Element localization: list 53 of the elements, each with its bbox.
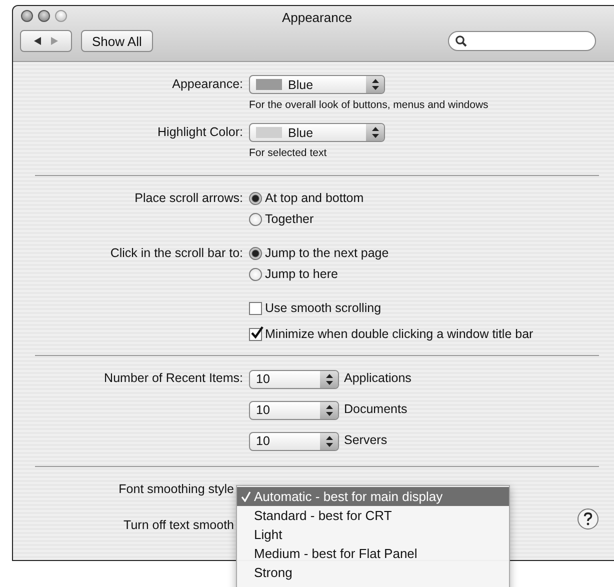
item-type-label: Applications — [344, 370, 412, 387]
checkbox[interactable] — [249, 302, 262, 315]
window-title: Appearance — [282, 10, 352, 24]
option-label[interactable]: At top and bottom — [265, 188, 364, 209]
checkmark-icon — [241, 491, 251, 502]
menu-item[interactable]: Strong — [237, 563, 509, 582]
option-label[interactable]: Together — [265, 209, 314, 230]
search-icon — [455, 35, 467, 47]
forward-icon[interactable] — [49, 36, 59, 46]
menu-item[interactable]: Standard - best for CRT — [237, 506, 509, 525]
back-forward-control[interactable] — [20, 30, 72, 52]
close-button[interactable] — [21, 10, 33, 22]
field-label: Appearance: — [171, 76, 243, 93]
zoom-button[interactable] — [55, 10, 67, 22]
item-type-label: Servers — [344, 432, 388, 449]
option-label[interactable]: Jump to here — [265, 264, 338, 285]
search-field[interactable] — [448, 31, 596, 51]
color-popup[interactable]: Blue — [249, 123, 385, 142]
count-popup[interactable]: 10 — [249, 400, 339, 420]
stepper-arrows-icon — [320, 370, 338, 388]
menu-item[interactable]: Medium - best for Flat Panel — [237, 544, 509, 563]
stepper-arrows-icon — [366, 76, 384, 93]
field-label: Turn off text smooth — [124, 518, 234, 532]
help-caption: For selected text — [249, 147, 328, 159]
color-swatch-icon — [256, 127, 282, 138]
menu-item[interactable]: Automatic - best for main display — [237, 487, 509, 506]
back-icon[interactable] — [33, 36, 43, 46]
field-label: Place scroll arrows: — [134, 190, 243, 207]
menu-item[interactable]: Light — [237, 525, 509, 544]
stepper-arrows-icon — [320, 402, 338, 418]
stepper-arrows-icon — [320, 432, 338, 450]
checkbox[interactable] — [249, 328, 262, 341]
radio-button[interactable] — [249, 192, 262, 205]
checkbox-label[interactable]: Minimize when double clicking a window title bar — [265, 324, 534, 345]
field-label: Font smoothing style — [118, 482, 234, 496]
item-type-label: Documents — [344, 401, 408, 418]
field-label: Number of Recent Items: — [104, 371, 243, 385]
field-label: Click in the scroll bar to: — [109, 245, 243, 262]
radio-button[interactable] — [249, 213, 262, 226]
count-popup[interactable]: 10 — [249, 432, 339, 450]
option-label[interactable]: Jump to the next page — [265, 243, 389, 264]
help-caption: For the overall look of buttons, menus and windows — [249, 99, 490, 111]
show-all-button[interactable]: Show All — [81, 30, 153, 52]
checkbox-label[interactable]: Use smooth scrolling — [265, 298, 382, 319]
color-popup[interactable]: Blue — [249, 75, 385, 94]
stepper-arrows-icon — [366, 124, 384, 141]
color-swatch-icon — [256, 79, 282, 90]
radio-button[interactable] — [249, 247, 262, 260]
minimize-button[interactable] — [38, 10, 50, 22]
radio-button[interactable] — [249, 268, 262, 281]
help-button[interactable] — [577, 508, 599, 530]
count-popup[interactable]: 10 — [249, 370, 339, 388]
field-label: Highlight Color: — [156, 124, 243, 141]
